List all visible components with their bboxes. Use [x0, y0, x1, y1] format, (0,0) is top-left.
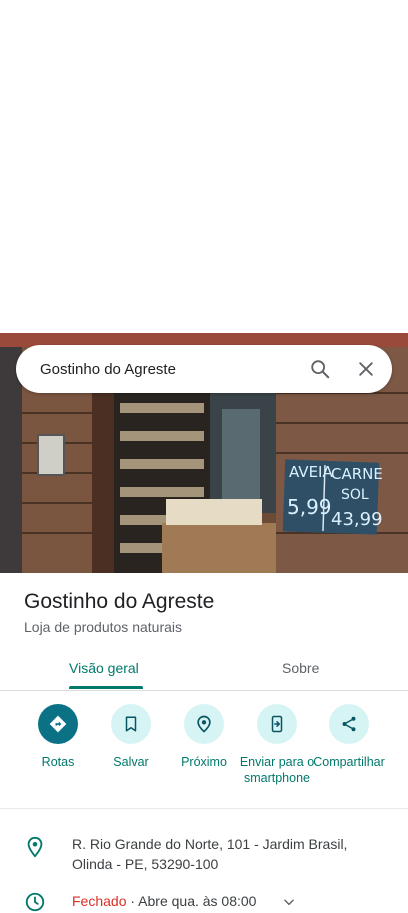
send-to-phone-circle[interactable]	[257, 704, 297, 744]
address-line-1: R. Rio Grande do Norte, 101 - Jardim Bra…	[72, 836, 348, 852]
address-line-2: Olinda - PE, 53290-100	[72, 856, 219, 872]
location-pin-icon	[27, 836, 43, 858]
tab-overview[interactable]: Visão geral	[69, 646, 139, 690]
search-bar[interactable]: Gostinho do Agreste	[16, 345, 392, 393]
close-icon	[359, 362, 373, 376]
directions-icon	[49, 715, 67, 733]
nearby-label: Próximo	[181, 755, 227, 769]
phone-send-icon	[271, 715, 283, 733]
sign-price-2: 43,99	[331, 509, 383, 530]
tab-about[interactable]: Sobre	[282, 646, 319, 690]
search-input[interactable]: Gostinho do Agreste	[16, 361, 300, 378]
close-button[interactable]	[346, 349, 386, 389]
hours-text: Fechado · Abre qua. às 08:00	[72, 891, 256, 911]
nearby-icon	[197, 715, 211, 733]
place-title: Gostinho do Agreste	[24, 590, 215, 613]
directions-circle[interactable]	[38, 704, 78, 744]
nearby-button[interactable]: Próximo	[164, 704, 244, 770]
place-category[interactable]: Loja de produtos naturais	[24, 619, 182, 635]
directions-button[interactable]: Rotas	[18, 704, 98, 770]
chevron-down-icon[interactable]	[282, 895, 296, 909]
search-button[interactable]	[300, 349, 340, 389]
bookmark-icon	[125, 716, 137, 732]
share-circle[interactable]	[329, 704, 369, 744]
directions-label: Rotas	[41, 755, 75, 769]
save-circle[interactable]	[111, 704, 151, 744]
sign-sol: SOL	[341, 487, 369, 503]
clock-icon	[25, 892, 45, 912]
tab-bar: Visão geral Sobre	[0, 646, 408, 691]
map-blank-area[interactable]	[0, 0, 408, 333]
sign-aveia: AVEIA	[289, 463, 333, 481]
share-label: Compartilhar	[313, 755, 385, 769]
send-to-phone-label: Enviar para o smartphone	[239, 755, 315, 785]
share-icon	[342, 716, 356, 732]
search-icon	[311, 360, 330, 379]
share-button[interactable]: Compartilhar	[309, 704, 389, 770]
tab-active-indicator	[69, 686, 143, 689]
send-to-phone-button[interactable]: Enviar para o smartphone	[237, 704, 317, 786]
action-bar: Rotas Salvar Próximo Enviar para o smart…	[0, 704, 408, 809]
hours-status: Fechado	[72, 893, 127, 909]
save-label: Salvar	[113, 755, 149, 769]
sign-price-1: 5,99	[287, 495, 332, 519]
nearby-circle[interactable]	[184, 704, 224, 744]
hours-detail: · Abre qua. às 08:00	[126, 893, 257, 909]
sign-carne: CARNE	[331, 465, 383, 483]
save-button[interactable]: Salvar	[91, 704, 171, 770]
